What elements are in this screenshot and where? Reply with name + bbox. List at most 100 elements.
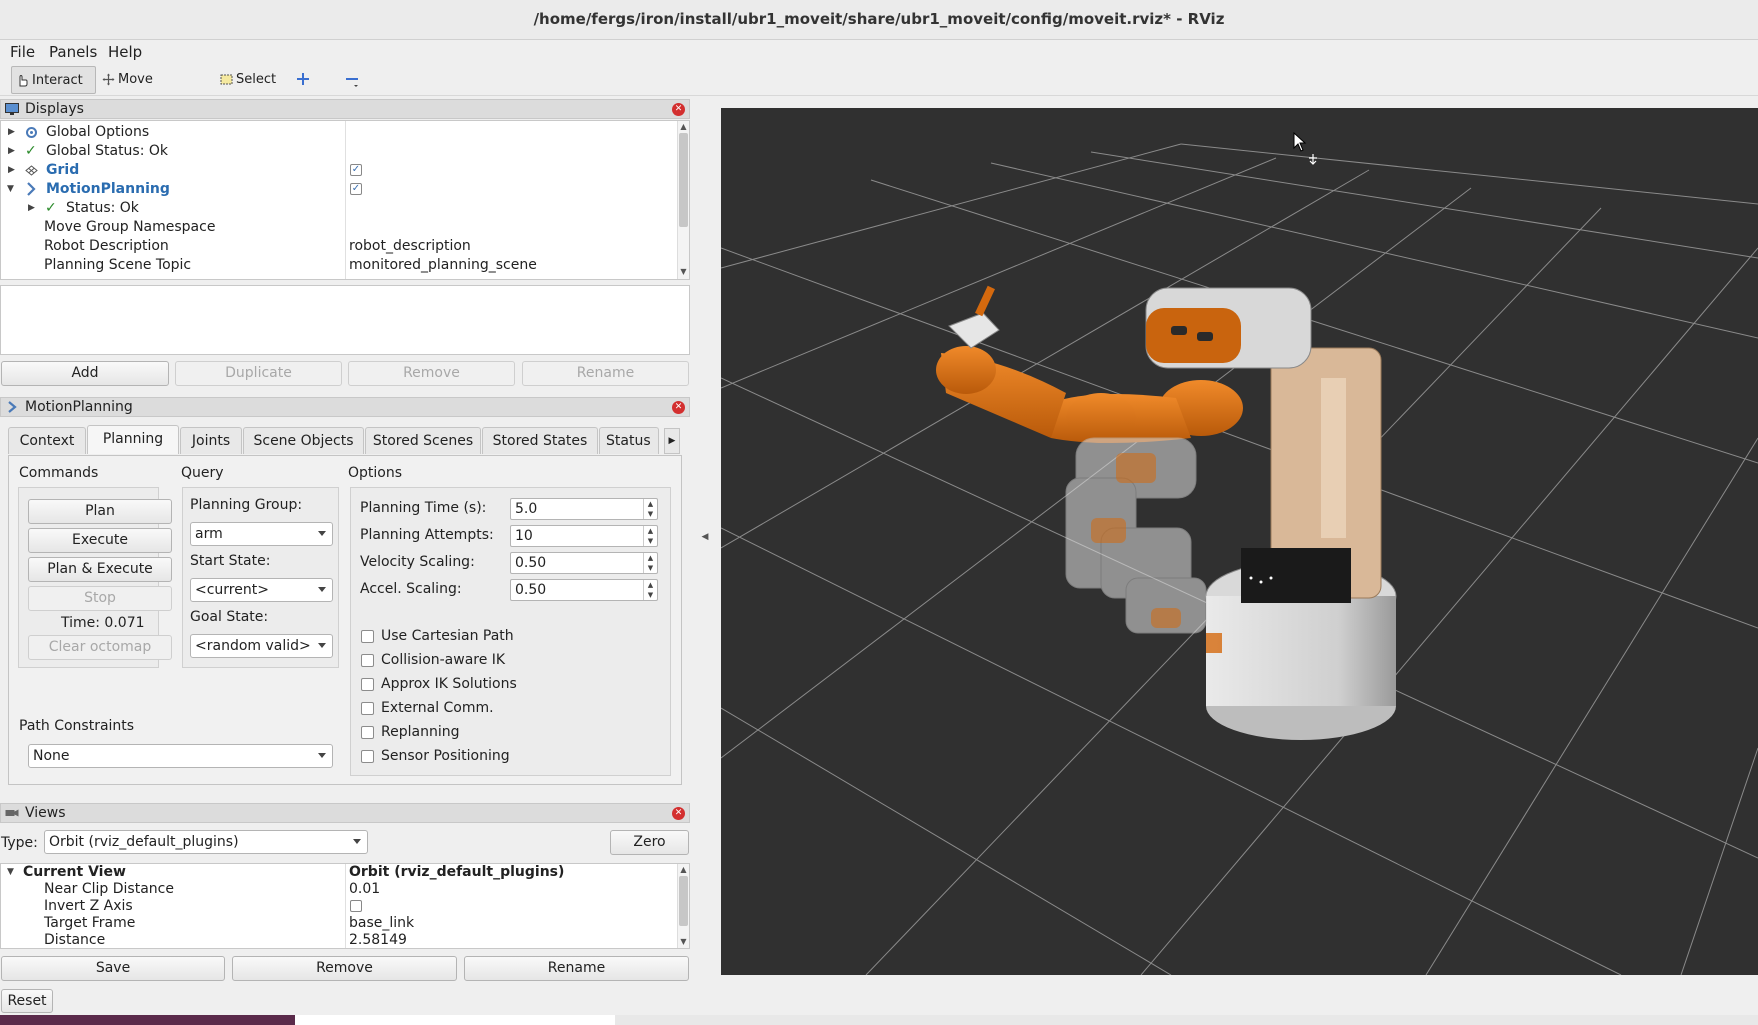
tab-context[interactable]: Context [8, 427, 86, 454]
spin-arrows-icon[interactable]: ▲ ▼ [643, 553, 657, 573]
external-comm-checkbox[interactable] [361, 702, 374, 715]
tab-joints[interactable]: Joints [180, 427, 242, 454]
goal-state-value: <random valid> [195, 638, 311, 654]
close-motionplanning-icon[interactable]: ✕ [672, 401, 685, 414]
3d-viewport[interactable] [721, 108, 1758, 975]
rename-display-button[interactable]: Rename [522, 361, 689, 386]
tree-row-motionplanning[interactable]: ▼ MotionPlanning ✓ [1, 180, 681, 199]
plan-execute-button[interactable]: Plan & Execute [28, 557, 172, 582]
start-state-select[interactable]: <current> [190, 578, 333, 602]
duplicate-display-button[interactable]: Duplicate [175, 361, 342, 386]
save-view-button[interactable]: Save [1, 956, 225, 981]
scroll-down-icon[interactable]: ▼ [678, 937, 689, 947]
execute-button[interactable]: Execute [28, 528, 172, 553]
scroll-up-icon[interactable]: ▲ [678, 122, 689, 132]
tree-value[interactable]: 0.01 [349, 881, 380, 898]
scroll-down-icon[interactable]: ▼ [678, 267, 689, 277]
goal-state-select[interactable]: <random valid> [190, 634, 333, 658]
scroll-up-icon[interactable]: ▲ [678, 865, 689, 875]
zero-view-button[interactable]: Zero [610, 830, 689, 855]
remove-display-button[interactable]: Remove [348, 361, 515, 386]
approx-ik-label: Approx IK Solutions [381, 676, 517, 692]
reset-button[interactable]: Reset [1, 989, 53, 1013]
tree-row-status[interactable]: ▶ ✓ Status: Ok [1, 199, 681, 218]
displays-scrollbar[interactable]: ▲ ▼ [677, 121, 689, 279]
tab-stored-states[interactable]: Stored States [482, 427, 598, 454]
tab-scene-objects[interactable]: Scene Objects [243, 427, 364, 454]
spin-arrows-icon[interactable]: ▲ ▼ [643, 526, 657, 546]
menu-file[interactable]: File [8, 40, 37, 64]
tree-row-current-view[interactable]: ▼ Current View Orbit (rviz_default_plugi… [1, 864, 681, 881]
close-views-icon[interactable]: ✕ [672, 807, 685, 820]
tab-scroll-right-icon[interactable]: ▶ [664, 428, 680, 454]
plan-button[interactable]: Plan [28, 499, 172, 524]
tree-row-target-frame[interactable]: Target Frame base_link [1, 915, 681, 932]
tree-row-grid[interactable]: ▶ Grid ✓ [1, 161, 681, 180]
collision-aware-ik-checkbox[interactable] [361, 654, 374, 667]
menu-help[interactable]: Help [106, 40, 144, 64]
collision-aware-ik-label: Collision-aware IK [381, 652, 506, 668]
close-displays-icon[interactable]: ✕ [672, 103, 685, 116]
expand-arrow-icon[interactable]: ▶ [8, 161, 16, 175]
collapse-panel-icon[interactable]: ◀ [699, 532, 711, 548]
clear-octomap-button[interactable]: Clear octomap [28, 635, 172, 660]
invert-z-checkbox[interactable] [350, 900, 362, 912]
select-tool-button[interactable]: Select [216, 66, 276, 94]
planning-attempts-value: 10 [515, 528, 533, 544]
stop-button[interactable]: Stop [28, 586, 172, 611]
remove-tool-icon[interactable] [345, 72, 359, 88]
gear-icon [26, 127, 37, 138]
remove-view-button[interactable]: Remove [232, 956, 457, 981]
sensor-positioning-checkbox[interactable] [361, 750, 374, 763]
tree-row-global-options[interactable]: ▶ Global Options [1, 123, 681, 142]
expand-arrow-icon[interactable]: ▶ [28, 199, 36, 213]
planning-group-select[interactable]: arm [190, 522, 333, 546]
tree-row-robot-description[interactable]: Robot Description robot_description [1, 237, 681, 256]
spin-arrows-icon[interactable]: ▲ ▼ [643, 580, 657, 600]
tree-row-global-status[interactable]: ▶ ✓ Global Status: Ok [1, 142, 681, 161]
interact-tool-button[interactable]: Interact [11, 66, 96, 94]
approx-ik-checkbox[interactable] [361, 678, 374, 691]
collapse-arrow-icon[interactable]: ▼ [7, 180, 15, 194]
accel-scaling-spinbox[interactable]: 0.50 ▲ ▼ [510, 579, 658, 601]
tree-row-distance[interactable]: Distance 2.58149 [1, 932, 681, 948]
tree-value[interactable]: 2.58149 [349, 932, 407, 948]
motionplanning-enabled-checkbox[interactable]: ✓ [350, 183, 362, 195]
velocity-scaling-label: Velocity Scaling: [360, 554, 475, 570]
tab-stored-scenes[interactable]: Stored Scenes [365, 427, 481, 454]
view-type-value: Orbit (rviz_default_plugins) [49, 834, 239, 850]
planning-attempts-spinbox[interactable]: 10 ▲ ▼ [510, 525, 658, 547]
tree-row-planning-scene-topic[interactable]: Planning Scene Topic monitored_planning_… [1, 256, 681, 275]
grid-enabled-checkbox[interactable]: ✓ [350, 164, 362, 176]
tree-value[interactable]: base_link [349, 915, 414, 932]
planning-time-spinbox[interactable]: 5.0 ▲ ▼ [510, 498, 658, 520]
replanning-label: Replanning [381, 724, 460, 740]
expand-arrow-icon[interactable]: ▶ [8, 142, 16, 156]
tree-label: Status: Ok [66, 200, 139, 216]
add-tool-icon[interactable] [296, 72, 310, 86]
tab-planning[interactable]: Planning [87, 425, 179, 454]
tree-row-near-clip[interactable]: Near Clip Distance 0.01 [1, 881, 681, 898]
path-constraints-select[interactable]: None [28, 744, 333, 768]
chevron-down-icon [318, 643, 326, 648]
views-title: Views [25, 805, 66, 821]
add-display-button[interactable]: Add [1, 361, 169, 386]
use-cartesian-path-checkbox[interactable] [361, 630, 374, 643]
collapse-arrow-icon[interactable]: ▼ [7, 864, 15, 877]
views-scrollbar[interactable]: ▲ ▼ [677, 864, 689, 948]
tree-value[interactable]: robot_description [349, 237, 471, 256]
replanning-checkbox[interactable] [361, 726, 374, 739]
move-camera-tool-button[interactable]: Move Camera [98, 66, 198, 115]
tree-row-invert-z[interactable]: Invert Z Axis [1, 898, 681, 915]
menu-panels[interactable]: Panels [47, 40, 99, 64]
tree-value[interactable]: monitored_planning_scene [349, 256, 537, 275]
spin-arrows-icon[interactable]: ▲ ▼ [643, 499, 657, 519]
expand-arrow-icon[interactable]: ▶ [8, 123, 16, 137]
tab-status[interactable]: Status [599, 427, 659, 454]
tree-label: Global Status: Ok [46, 143, 169, 159]
view-type-select[interactable]: Orbit (rviz_default_plugins) [44, 830, 368, 854]
rename-view-button[interactable]: Rename [464, 956, 689, 981]
move-camera-icon [102, 73, 115, 86]
tree-row-move-group-namespace[interactable]: Move Group Namespace [1, 218, 681, 237]
velocity-scaling-spinbox[interactable]: 0.50 ▲ ▼ [510, 552, 658, 574]
